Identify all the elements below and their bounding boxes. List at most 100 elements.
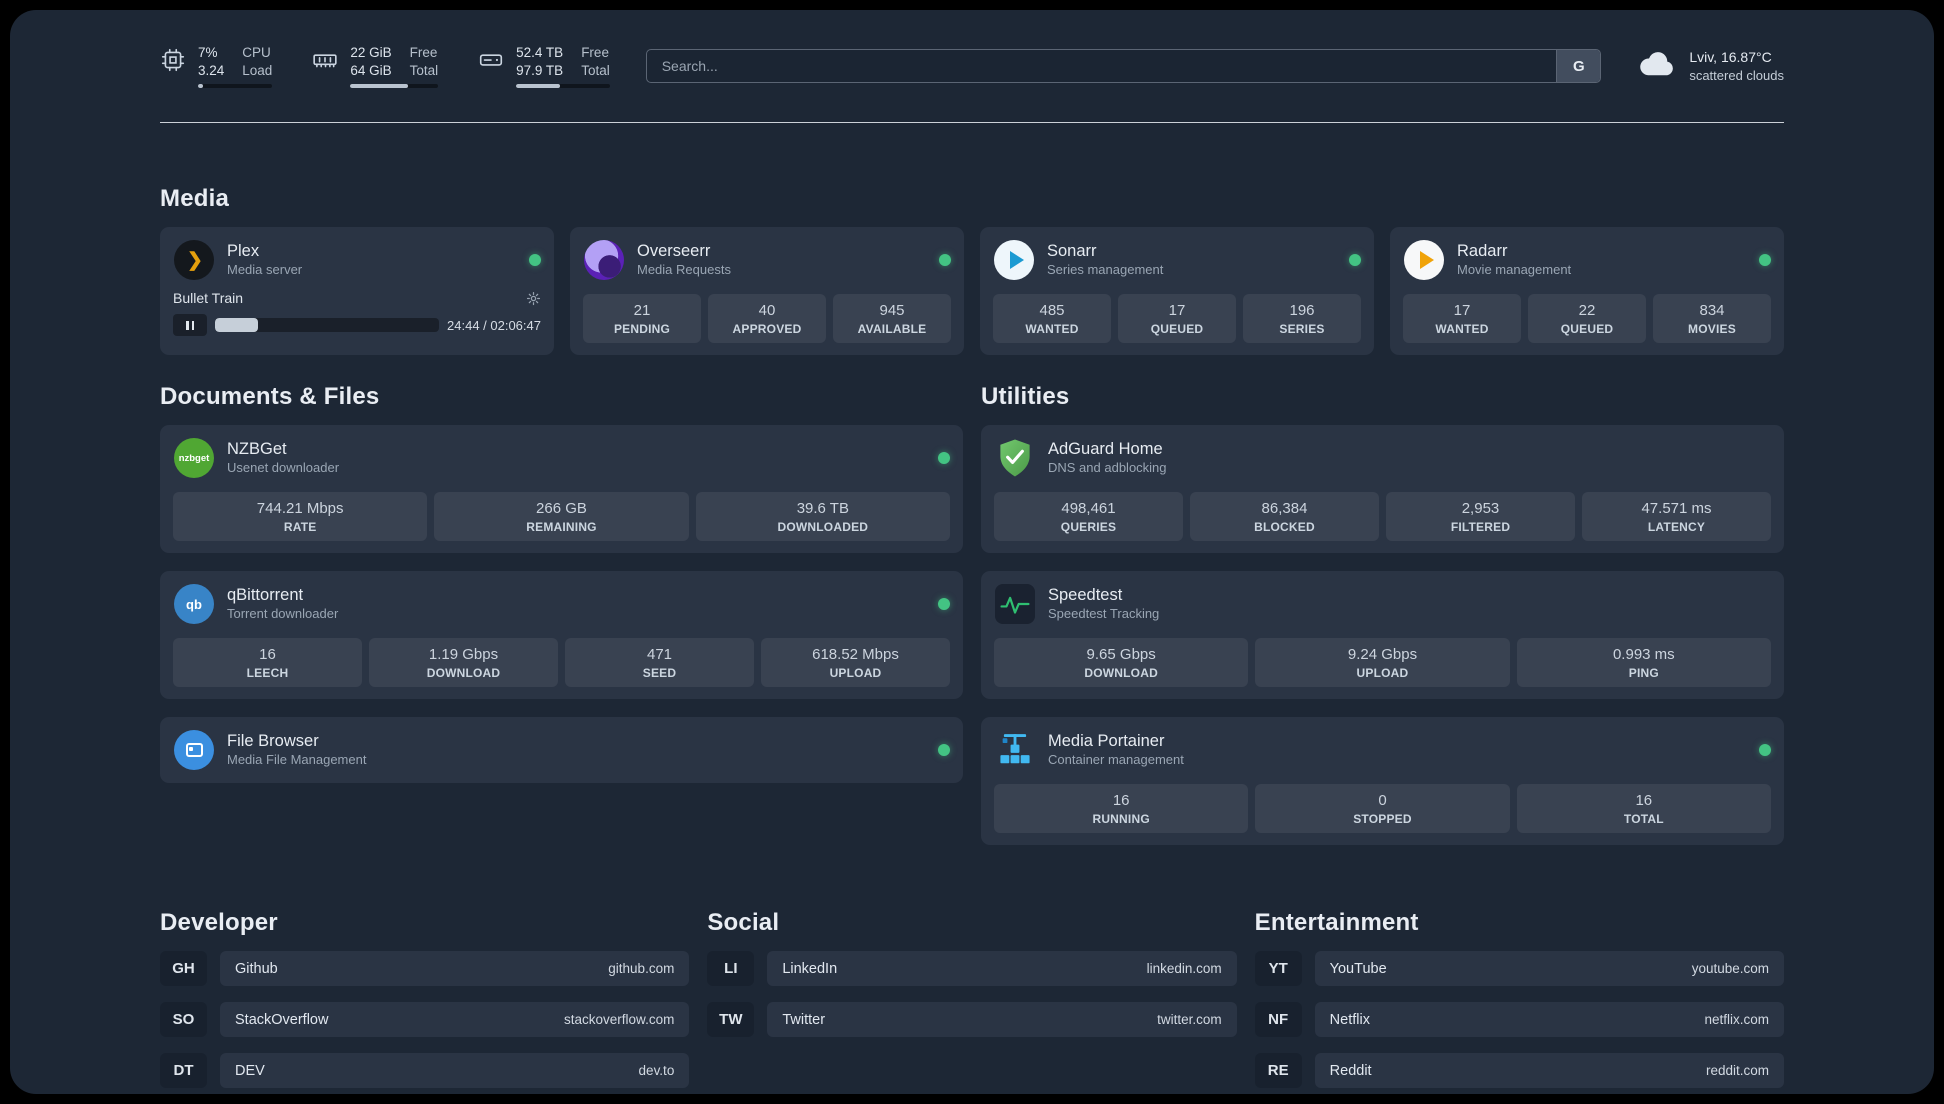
disk-widget: 52.4 TB 97.9 TB Free Total — [478, 44, 610, 89]
service-subtitle: Container management — [1048, 751, 1184, 767]
link-stackoverflow[interactable]: StackOverflow stackoverflow.com — [220, 1002, 690, 1038]
cpu-usage-value: 7% — [198, 45, 218, 60]
memory-total-label: Total — [409, 62, 439, 78]
link-reddit[interactable]: Reddit reddit.com — [1314, 1053, 1784, 1089]
status-dot — [1759, 744, 1771, 757]
stat-stopped: 0 STOPPED — [1255, 784, 1510, 834]
memory-free-label: Free — [409, 45, 438, 60]
service-card-adguard[interactable]: AdGuard Home DNS and adblocking 498,461 Q… — [981, 425, 1784, 554]
status-dot — [938, 744, 950, 757]
playback-progress-bar[interactable] — [215, 318, 440, 333]
section-title-developer: Developer — [160, 909, 278, 937]
stat-remaining: 266 GB REMAINING — [434, 492, 689, 542]
stat-running: 16 RUNNING — [994, 784, 1249, 834]
link-row-netflix: NF Netflix netflix.com — [1254, 1002, 1784, 1038]
status-dot — [529, 254, 541, 267]
stat-filtered: 2,953 FILTERED — [1386, 492, 1575, 542]
overseerr-icon — [583, 239, 625, 281]
disk-free-label: Free — [581, 45, 609, 60]
service-card-sonarr[interactable]: Sonarr Series management 485 WANTED 17 QUE… — [980, 227, 1374, 356]
weather-widget: Lviv, 16.87°C scattered clouds — [1637, 48, 1784, 84]
section-title-entertainment: Entertainment — [1254, 909, 1419, 937]
search-bar: G — [645, 49, 1602, 84]
service-subtitle: Speedtest Tracking — [1048, 605, 1160, 621]
service-card-filebrowser[interactable]: File Browser Media File Management — [160, 717, 963, 784]
service-name: qBittorrent — [227, 586, 304, 605]
service-card-radarr[interactable]: Radarr Movie management 17 WANTED 22 QUEUE… — [1390, 227, 1784, 356]
stat-blocked: 86,384 BLOCKED — [1190, 492, 1379, 542]
service-subtitle: Torrent downloader — [227, 605, 339, 621]
link-netflix[interactable]: Netflix netflix.com — [1314, 1002, 1784, 1038]
stat-seed: 471 SEED — [565, 638, 754, 688]
disk-progress-bar — [516, 84, 610, 89]
section-title-media: Media — [160, 185, 230, 213]
disk-icon — [478, 47, 504, 78]
stat-download: 1.19 Gbps DOWNLOAD — [369, 638, 558, 688]
service-card-overseerr[interactable]: Overseerr Media Requests 21 PENDING 40 APP… — [570, 227, 964, 356]
service-name: Overseerr — [637, 242, 711, 261]
service-name: Plex — [227, 242, 260, 261]
cpu-load-value: 3.24 — [198, 62, 225, 78]
section-title-documents: Documents & Files — [160, 383, 380, 411]
stat-ping: 0.993 ms PING — [1516, 638, 1771, 688]
service-subtitle: Usenet downloader — [227, 459, 340, 475]
link-row-github: GH Github github.com — [160, 951, 690, 987]
disk-free-value: 52.4 TB — [516, 45, 564, 60]
cpu-icon — [160, 47, 186, 78]
link-github[interactable]: Github github.com — [220, 951, 690, 987]
link-dev[interactable]: DEV dev.to — [220, 1053, 690, 1089]
stat-total: 16 TOTAL — [1516, 784, 1771, 834]
cloud-icon — [1637, 49, 1677, 84]
search-provider-button[interactable]: G — [1556, 50, 1601, 83]
cpu-load-label: Load — [242, 62, 273, 78]
stat-wanted: 485 WANTED — [993, 294, 1111, 344]
service-subtitle: Media File Management — [227, 751, 367, 767]
stat-upload: 618.52 Mbps UPLOAD — [761, 638, 950, 688]
stat-approved: 40 APPROVED — [708, 294, 826, 344]
service-name: Radarr — [1457, 242, 1508, 261]
service-subtitle: DNS and adblocking — [1048, 459, 1167, 475]
gear-icon[interactable] — [526, 291, 541, 306]
memory-total-value: 64 GiB — [350, 62, 392, 78]
link-row-youtube: YT YouTube youtube.com — [1254, 951, 1784, 987]
service-card-speedtest[interactable]: Speedtest Speedtest Tracking 9.65 Gbps DO… — [981, 571, 1784, 700]
disk-total-label: Total — [581, 62, 610, 78]
link-abbr: SO — [160, 1002, 207, 1038]
stat-download: 9.65 Gbps DOWNLOAD — [994, 638, 1249, 688]
qbittorrent-icon: qb — [173, 583, 215, 625]
header-divider — [160, 122, 1784, 124]
stat-series: 196 SERIES — [1243, 294, 1361, 344]
link-youtube[interactable]: YouTube youtube.com — [1314, 951, 1784, 987]
pause-button[interactable] — [173, 314, 207, 337]
link-abbr: TW — [707, 1002, 755, 1038]
stat-queued: 17 QUEUED — [1118, 294, 1236, 344]
weather-condition: scattered clouds — [1689, 67, 1784, 83]
service-name: NZBGet — [227, 440, 287, 459]
link-linkedin[interactable]: LinkedIn linkedin.com — [767, 951, 1237, 987]
service-card-plex[interactable]: ❯ Plex Media server Bullet Train 24:44 /… — [160, 227, 554, 356]
status-dot — [938, 598, 950, 611]
cpu-usage-label: CPU — [242, 45, 271, 60]
memory-free-value: 22 GiB — [350, 45, 392, 60]
service-card-portainer[interactable]: Media Portainer Container management 16 R… — [981, 717, 1784, 846]
memory-progress-bar — [350, 84, 439, 89]
link-abbr: LI — [707, 951, 755, 987]
disk-total-value: 97.9 TB — [516, 62, 564, 78]
link-abbr: NF — [1254, 1002, 1302, 1038]
search-input[interactable] — [646, 50, 1557, 83]
service-card-nzbget[interactable]: nzbget NZBGet Usenet downloader 744.21 M… — [160, 425, 963, 554]
stat-available: 945 AVAILABLE — [833, 294, 951, 344]
service-card-qbittorrent[interactable]: qb qBittorrent Torrent downloader 16 LEEC… — [160, 571, 963, 700]
link-row-linkedin: LI LinkedIn linkedin.com — [707, 951, 1237, 987]
stat-pending: 21 PENDING — [583, 294, 701, 344]
link-twitter[interactable]: Twitter twitter.com — [767, 1002, 1237, 1038]
stat-leech: 16 LEECH — [173, 638, 362, 688]
dashboard-page: 7% 3.24 CPU Load 22 GiB 64 GiB Free Tota… — [10, 10, 1934, 1094]
stat-rate: 744.21 Mbps RATE — [173, 492, 428, 542]
section-title-social: Social — [707, 909, 780, 937]
stat-wanted: 17 WANTED — [1403, 294, 1521, 344]
status-dot — [1349, 254, 1361, 267]
resource-widgets: 7% 3.24 CPU Load 22 GiB 64 GiB Free Tota… — [160, 44, 610, 89]
service-subtitle: Series management — [1047, 261, 1164, 277]
service-name: Media Portainer — [1048, 732, 1165, 751]
